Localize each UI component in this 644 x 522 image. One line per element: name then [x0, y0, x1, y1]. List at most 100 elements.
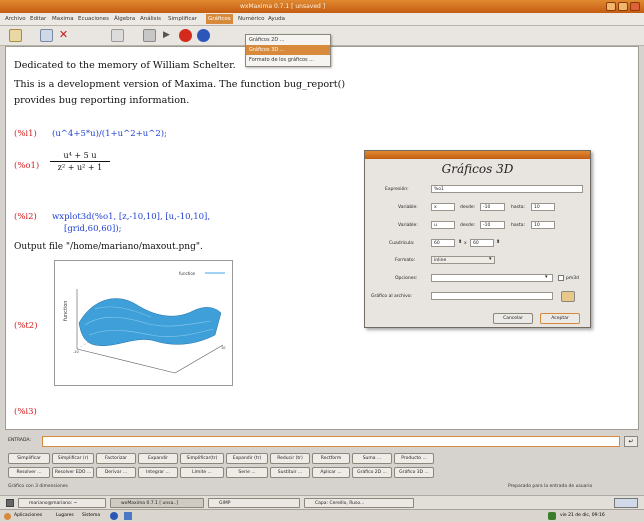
cancelar-button[interactable]: Cancelar	[493, 313, 533, 324]
formato-select[interactable]: inline	[431, 256, 495, 264]
serie-button[interactable]: Serie ...	[226, 467, 268, 478]
menu-archivo[interactable]: Archivo	[5, 16, 26, 22]
maximize-button[interactable]	[618, 2, 628, 11]
copy-icon[interactable]	[111, 29, 124, 42]
hasta2-field[interactable]: 10	[531, 221, 555, 229]
grafico-archivo-field[interactable]	[431, 292, 553, 300]
simplificar-tr-button[interactable]: Simplificar(tr)	[180, 453, 224, 464]
browser-launcher-icon[interactable]	[110, 512, 118, 520]
task-gimp[interactable]: GIMP	[208, 498, 300, 508]
sustituir-button[interactable]: Sustituir ...	[270, 467, 310, 478]
cuadricula-x-stepper[interactable]: 60	[431, 239, 455, 247]
menu-item-graficos-2d[interactable]: Gráficos 2D ...	[246, 35, 330, 45]
resolver-edo-button[interactable]: Resolver EDO ...	[52, 467, 94, 478]
grafico-2d-button[interactable]: Gráfico 2D ...	[352, 467, 392, 478]
stop-icon[interactable]	[179, 29, 192, 42]
menu-ayuda[interactable]: Ayuda	[268, 16, 285, 22]
integrar-button[interactable]: Integrar ...	[138, 467, 178, 478]
menu-graficos[interactable]: Gráficos	[206, 14, 233, 24]
rectform-button[interactable]: Rectform	[312, 453, 350, 464]
chevron-down-icon[interactable]: ▾	[545, 274, 548, 280]
simplificar-button[interactable]: Simplificar	[8, 453, 50, 464]
save-icon[interactable]	[40, 29, 53, 42]
clock[interactable]: vie 21 de dic, 09:16	[560, 513, 605, 518]
banner-line: Dedicated to the memory of William Schel…	[14, 60, 236, 71]
grafico-3d-button[interactable]: Gráfico 3D ...	[394, 467, 434, 478]
input-cell-continued[interactable]: [grid,60,60]);	[64, 224, 122, 234]
input-cell[interactable]: (u^4+5*u)/(1+u^2+u^2);	[52, 129, 167, 139]
minimize-button[interactable]	[606, 2, 616, 11]
input-label: (%i2)	[14, 212, 37, 222]
variable1-field[interactable]: x	[431, 203, 455, 211]
enter-arrow-icon[interactable]: ↵	[624, 436, 638, 447]
menu-lugares[interactable]: Lugares	[56, 513, 74, 518]
svg-text:-10: -10	[73, 350, 79, 354]
mail-launcher-icon[interactable]	[124, 512, 132, 520]
input-cell[interactable]: wxplot3d(%o1, [z,-10,10], [u,-10,10],	[52, 212, 210, 222]
menu-aplicaciones[interactable]: Aplicaciones	[14, 513, 42, 518]
desde2-field[interactable]: -10	[480, 221, 505, 229]
menu-simplificar[interactable]: Simplificar	[168, 16, 197, 22]
variable2-field[interactable]: u	[431, 221, 455, 229]
top-panel: Aplicaciones Lugares Sistema vie 21 de d…	[0, 509, 644, 522]
desde-label: desde:	[460, 205, 476, 210]
pm3d-checkbox[interactable]	[558, 275, 564, 281]
workspace-switcher[interactable]	[614, 498, 638, 508]
menu-analisis[interactable]: Análisis	[140, 16, 161, 22]
expresion-field[interactable]: %o1	[431, 185, 583, 193]
menu-editar[interactable]: Editar	[30, 16, 46, 22]
opciones-combobox[interactable]	[431, 274, 553, 282]
paste-icon[interactable]	[143, 29, 156, 42]
show-desktop-icon[interactable]	[6, 499, 14, 507]
aplicar-button[interactable]: Aplicar ...	[312, 467, 350, 478]
taskbar: mariano@mariano: ~ wxMaxima 0.7.1 [ unsa…	[0, 495, 644, 509]
menu-algebra[interactable]: Álgebra	[114, 16, 135, 22]
variable-label: Variable:	[398, 205, 418, 210]
opciones-label: Opciones:	[395, 276, 418, 281]
task-capa[interactable]: Capa: Cereillo, Ruso...	[304, 498, 414, 508]
menu-item-formato-graficos[interactable]: Formato de los gráficos ...	[246, 55, 330, 65]
banner-line: This is a development version of Maxima.…	[14, 79, 346, 90]
network-icon[interactable]	[548, 512, 556, 520]
fraction-bar	[50, 161, 110, 162]
cuadricula-y-stepper[interactable]: 60	[470, 239, 494, 247]
aceptar-button[interactable]: Aceptar	[540, 313, 580, 324]
menu-numerico[interactable]: Numérico	[238, 16, 265, 22]
open-icon[interactable]	[9, 29, 22, 42]
spin-arrows-icon[interactable]: ⬍	[458, 239, 462, 245]
task-wxmaxima[interactable]: wxMaxima 0.7.1 [ unsa..]	[110, 498, 204, 508]
menu-sistema[interactable]: Sistema	[82, 513, 100, 518]
suma-button[interactable]: Suma ...	[352, 453, 392, 464]
entrada-input[interactable]	[42, 436, 620, 447]
hasta-label: hasta:	[511, 223, 525, 228]
menu-maxima[interactable]: Maxima	[52, 16, 74, 22]
task-terminal[interactable]: mariano@mariano: ~	[18, 498, 106, 508]
grafico-archivo-label: Gráfico al archivo:	[371, 294, 413, 299]
hasta1-field[interactable]: 10	[531, 203, 555, 211]
derivar-button[interactable]: Derivar ...	[96, 467, 136, 478]
cut-icon[interactable]: ✕	[57, 29, 70, 42]
expandir-button[interactable]: Expandir	[138, 453, 178, 464]
resolver-button[interactable]: Resolver ...	[8, 467, 50, 478]
reducir-tr-button[interactable]: Reducir (tr)	[270, 453, 310, 464]
spin-arrows-icon[interactable]: ⬍	[496, 239, 500, 245]
output-file-message: Output file "/home/mariano/maxout.png".	[14, 242, 203, 252]
close-button[interactable]	[630, 2, 640, 11]
chevron-down-icon[interactable]: ▾	[489, 256, 492, 262]
fraction-denominator: z² + u² + 1	[57, 163, 103, 172]
status-left: Gráfico con 3 dimensiones	[8, 484, 68, 489]
status-right: Preparado para la entrada de usuario	[508, 484, 593, 489]
expandir-tr-button[interactable]: Expandir (tr)	[226, 453, 268, 464]
limite-button[interactable]: Límite ...	[180, 467, 224, 478]
help-icon[interactable]	[197, 29, 210, 42]
factorizar-button[interactable]: Factorizar	[96, 453, 136, 464]
menu-item-graficos-3d[interactable]: Gráficos 3D ...	[246, 45, 330, 55]
desde1-field[interactable]: -10	[480, 203, 505, 211]
browse-folder-icon[interactable]	[561, 291, 575, 302]
ubuntu-logo-icon[interactable]	[4, 513, 11, 520]
simplificar-r-button[interactable]: Simplificar (r)	[52, 453, 94, 464]
next-icon[interactable]: ▶	[160, 29, 173, 42]
button-row: Simplificar Simplificar (r) Factorizar E…	[8, 453, 644, 465]
producto-button[interactable]: Producto ...	[394, 453, 434, 464]
menu-ecuaciones[interactable]: Ecuaciones	[78, 16, 109, 22]
